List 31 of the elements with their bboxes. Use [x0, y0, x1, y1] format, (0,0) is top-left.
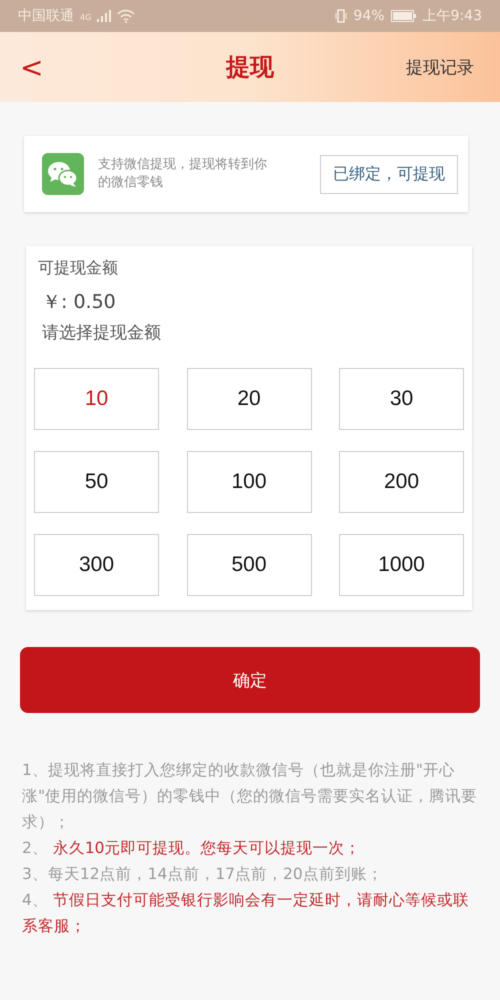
carrier-name: 中国联通: [18, 7, 74, 25]
amount-option[interactable]: 200: [339, 451, 464, 513]
wifi-icon: [117, 9, 136, 23]
amount-option[interactable]: 1000: [339, 534, 464, 596]
amount-option[interactable]: 20: [186, 368, 312, 430]
balance-amount: ￥: 0.50: [42, 290, 117, 315]
note-text: 3、每天12点前，14点前，17点前，20点前到账；: [22, 864, 384, 885]
battery-percent: 94%: [353, 8, 385, 24]
clock-time: 上午9:43: [422, 7, 482, 25]
page-title: 提现: [226, 53, 274, 81]
amount-option[interactable]: 10: [34, 368, 159, 430]
vibrate-icon: [335, 9, 348, 23]
confirm-button[interactable]: 确定: [20, 647, 480, 713]
amount-option[interactable]: 50: [34, 451, 159, 513]
amount-option[interactable]: 100: [186, 451, 312, 513]
select-prompt: 请选择提现金额: [42, 322, 162, 344]
note-text: 1、提现将直接打入您绑定的收款微信号（也就是你注册"开心涨"使用的微信号）的零钱中（您的微信号需要实名认证，腾讯要求）；: [22, 760, 478, 833]
note-text: 2、 永久10元即可提现。您每天可以提现一次；: [22, 838, 362, 859]
wechat-description: 支持微信提现，提现将转到你的微信零钱: [98, 156, 268, 192]
amount-label: 可提现金额: [38, 258, 119, 279]
amount-option[interactable]: 30: [339, 368, 464, 430]
amount-option[interactable]: 500: [186, 534, 312, 596]
battery-icon: [390, 10, 417, 22]
signal-icon: [97, 10, 112, 22]
network-type: 4G: [80, 13, 92, 22]
back-button[interactable]: <: [20, 50, 44, 84]
amount-option[interactable]: 300: [34, 534, 159, 596]
bound-status-button[interactable]: 已绑定，可提现: [320, 154, 458, 194]
note-text: 4、 节假日支付可能受银行影响会有一定延时，请耐心等候或联系客服；: [22, 890, 470, 937]
chat-bubbles-icon: [42, 153, 84, 195]
history-link[interactable]: 提现记录: [400, 54, 480, 80]
